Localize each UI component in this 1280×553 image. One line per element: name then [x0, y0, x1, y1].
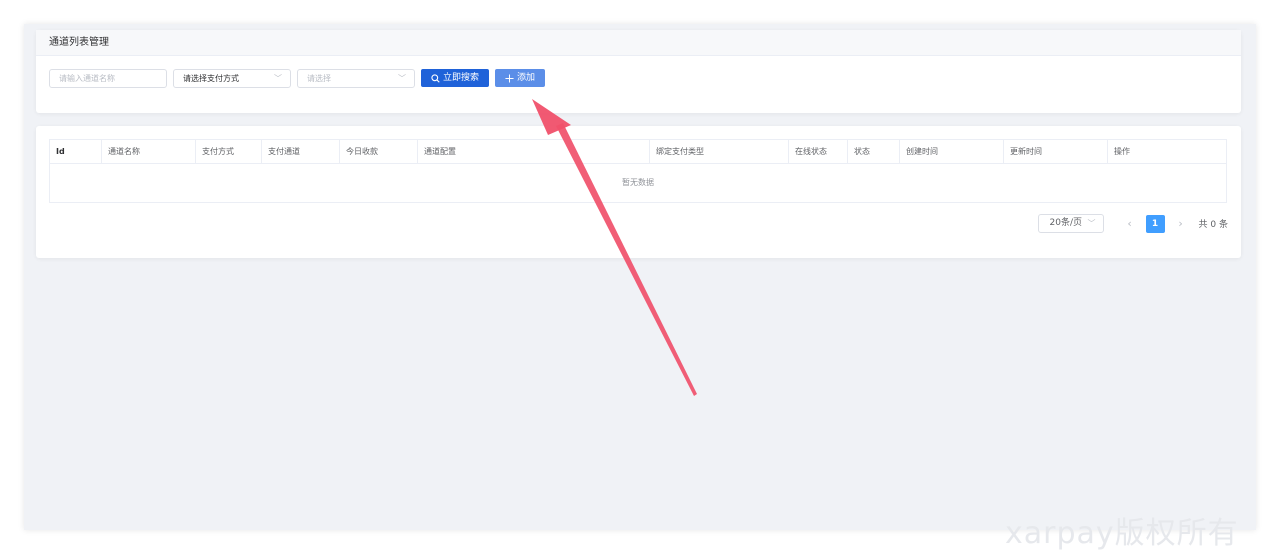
column-header-actions: 操作 — [1114, 147, 1130, 156]
chevron-down-icon: ﹀ — [274, 74, 282, 83]
channel-table: Id 通道名称 支付方式 支付通道 今日收款 通道配置 绑定支付类型 在线状态 … — [49, 139, 1227, 203]
page-number-current[interactable]: 1 — [1145, 214, 1165, 233]
search-button-label: 立即搜索 — [443, 73, 480, 83]
option-select-placeholder: 请选择 — [307, 74, 331, 83]
page-size-value: 20条/页 — [1049, 218, 1083, 228]
next-page-icon[interactable]: › — [1169, 217, 1193, 230]
app-frame: 通道列表管理 请输入通道名称 请选择支付方式 ﹀ 请选择 ﹀ 立即搜索 添加 I… — [24, 24, 1256, 530]
add-button[interactable]: 添加 — [495, 69, 546, 87]
add-button-label: 添加 — [517, 73, 536, 83]
column-header-pay-method: 支付方式 — [196, 140, 262, 163]
chevron-down-icon: ﹀ — [398, 74, 406, 83]
channel-name-input[interactable]: 请输入通道名称 — [49, 69, 167, 88]
search-icon — [431, 73, 440, 83]
column-header-today-income: 今日收款 — [340, 140, 418, 163]
chevron-down-icon: ﹀ — [1087, 219, 1096, 228]
total-count: 共 0 条 — [1198, 220, 1228, 230]
column-header-pay-channel: 支付通道 — [262, 140, 340, 163]
prev-page-icon[interactable]: ‹ — [1118, 217, 1142, 230]
column-header-status: 状态 — [848, 140, 900, 163]
search-button[interactable]: 立即搜索 — [421, 69, 490, 87]
pay-method-select[interactable]: 请选择支付方式 ﹀ — [173, 69, 291, 88]
pay-method-value: 请选择支付方式 — [183, 74, 239, 83]
column-header-created-time: 创建时间 — [900, 140, 1004, 163]
column-header-id: Id — [50, 140, 102, 163]
option-select[interactable]: 请选择 ﹀ — [297, 69, 415, 88]
column-header-updated-time: 更新时间 — [1004, 140, 1108, 163]
search-panel: 通道列表管理 请输入通道名称 请选择支付方式 ﹀ 请选择 ﹀ 立即搜索 添加 — [36, 30, 1241, 113]
search-toolbar: 请输入通道名称 请选择支付方式 ﹀ 请选择 ﹀ 立即搜索 添加 — [49, 69, 546, 88]
column-header-online-status: 在线状态 — [789, 140, 848, 163]
watermark-text: xarpay版权所有 — [1005, 516, 1239, 551]
empty-table-text: 暂无数据 — [622, 178, 654, 187]
plus-icon — [505, 73, 514, 83]
column-header-channel-config: 通道配置 — [418, 140, 650, 163]
table-header: Id 通道名称 支付方式 支付通道 今日收款 通道配置 绑定支付类型 在线状态 … — [50, 140, 1226, 164]
pagination: 20条/页 ﹀ ‹ 1 › 共 0 条 — [1037, 214, 1228, 233]
page-size-select[interactable]: 20条/页 ﹀ — [1037, 214, 1104, 233]
table-panel: Id 通道名称 支付方式 支付通道 今日收款 通道配置 绑定支付类型 在线状态 … — [36, 126, 1241, 258]
panel-title: 通道列表管理 — [36, 30, 1241, 56]
column-header-bound-pay-type: 绑定支付类型 — [650, 140, 789, 163]
column-header-channel-name: 通道名称 — [102, 140, 196, 163]
